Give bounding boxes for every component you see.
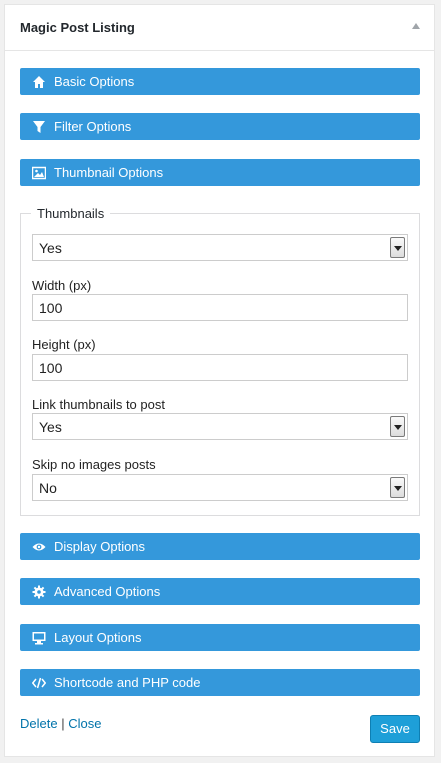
thumbnails-enabled-value: Yes [39,240,62,256]
section-filter-options[interactable]: Filter Options [20,113,420,140]
section-basic-options[interactable]: Basic Options [20,68,420,95]
monitor-icon [32,632,46,645]
widget-title: Magic Post Listing [20,20,135,35]
close-link[interactable]: Close [68,716,101,731]
link-thumbnails-label: Link thumbnails to post [32,397,165,412]
code-icon [32,677,46,689]
section-shortcode-label: Shortcode and PHP code [54,675,201,690]
skip-no-images-label: Skip no images posts [32,457,156,472]
section-shortcode[interactable]: Shortcode and PHP code [20,669,420,696]
dropdown-arrow-icon[interactable] [390,477,405,498]
skip-no-images-value: No [39,480,57,496]
width-value: 100 [39,300,63,316]
widget-header[interactable]: Magic Post Listing [5,5,434,51]
widget-panel: Magic Post Listing Basic Options Filter … [4,4,435,757]
link-thumbnails-value: Yes [39,419,62,435]
section-display-options[interactable]: Display Options [20,533,420,560]
thumbnails-enabled-select[interactable]: Yes [32,234,408,261]
link-thumbnails-select[interactable]: Yes [32,413,408,440]
section-advanced-label: Advanced Options [54,584,161,599]
funnel-icon [33,121,45,133]
width-input[interactable]: 100 [32,294,408,321]
link-separator: | [61,716,65,731]
section-basic-label: Basic Options [54,74,135,89]
gear-icon [32,585,46,599]
widget-control-links: Delete | Close [20,716,101,731]
section-thumbnail-options[interactable]: Thumbnail Options [20,159,420,186]
section-advanced-options[interactable]: Advanced Options [20,578,420,605]
dropdown-arrow-icon[interactable] [390,416,405,437]
collapse-arrow-icon[interactable] [412,23,420,29]
height-label: Height (px) [32,337,96,352]
eye-icon [32,543,46,551]
width-label: Width (px) [32,278,92,293]
section-layout-label: Layout Options [54,630,142,645]
height-input[interactable]: 100 [32,354,408,381]
dropdown-arrow-icon[interactable] [390,237,405,258]
thumbnails-legend: Thumbnails [31,206,111,221]
section-layout-options[interactable]: Layout Options [20,624,420,651]
section-thumbnail-label: Thumbnail Options [54,165,164,180]
section-filter-label: Filter Options [54,119,132,134]
height-value: 100 [39,360,63,376]
save-button[interactable]: Save [370,715,420,743]
section-display-label: Display Options [54,539,146,554]
home-icon [33,76,45,88]
skip-no-images-select[interactable]: No [32,474,408,501]
delete-link[interactable]: Delete [20,716,58,731]
image-icon [32,166,46,180]
